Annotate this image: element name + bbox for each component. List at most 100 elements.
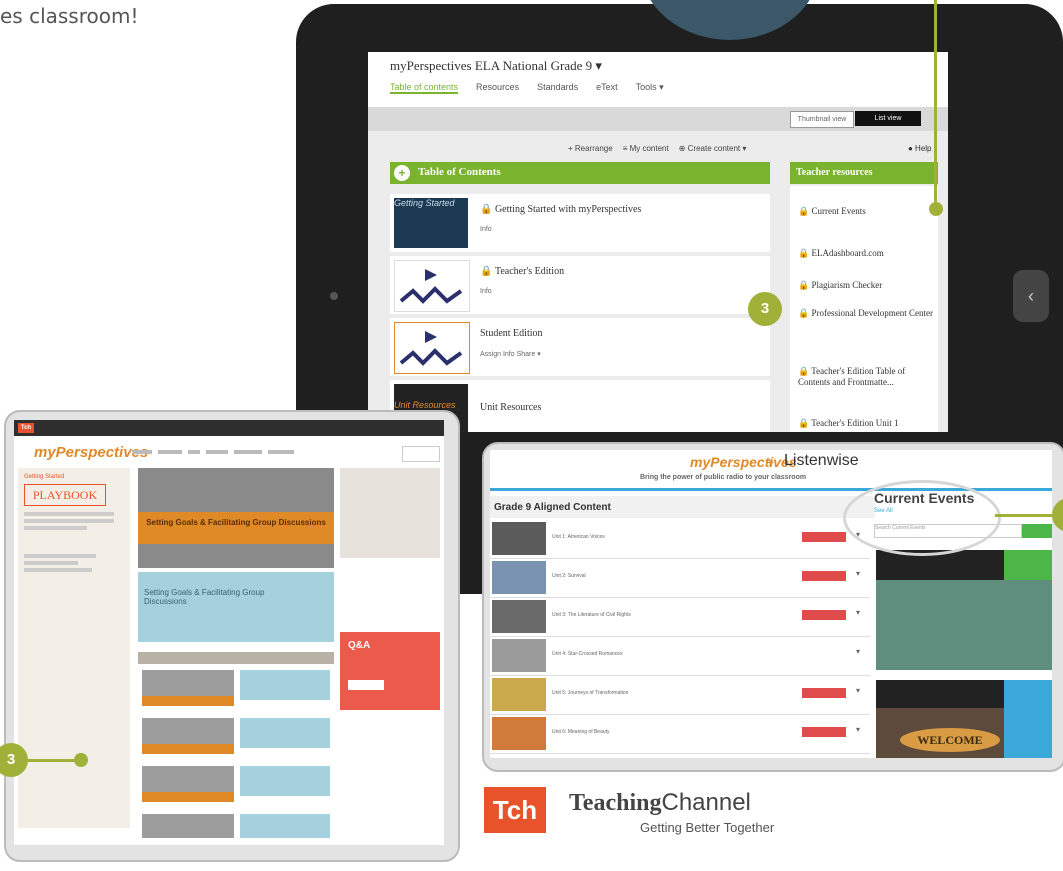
toc-item-info[interactable]: Info — [480, 288, 492, 295]
unit-row[interactable]: Unit 4: Star-Crossed Romances ▾ — [490, 637, 870, 676]
callout-line — [995, 514, 1055, 517]
callout-dot — [74, 753, 88, 767]
unit-thumbnail — [492, 522, 546, 555]
news-card-side — [1004, 680, 1052, 758]
toc-thumbnail: Getting Started — [394, 198, 468, 248]
toc-item-actions[interactable]: Assign Info Share ▾ — [480, 350, 541, 358]
tab-tools[interactable]: Tools ▾ — [636, 82, 664, 94]
toc-header: + Table of Contents — [390, 162, 770, 184]
site-topbar — [14, 420, 444, 436]
chevron-down-icon[interactable]: ▾ — [856, 686, 860, 695]
toc-item-info[interactable]: Info — [480, 226, 492, 233]
unit-thumbnail — [492, 639, 546, 672]
qa-button[interactable] — [348, 680, 384, 690]
course-nav: Table of contents Resources Standards eT… — [390, 82, 664, 94]
qa-panel: Q&A — [340, 632, 440, 710]
tch-logo-icon: Tch — [484, 787, 546, 833]
unit-row[interactable]: Unit 3: The Literature of Civil Rights ▾ — [490, 598, 870, 637]
video-title[interactable]: Setting Goals & Facilitating Group Discu… — [144, 588, 274, 606]
list-view-button[interactable]: List view — [855, 111, 921, 126]
video-info-panel — [138, 572, 334, 642]
resource-eladashboard[interactable]: 🔒 ELAdashboard.com — [798, 248, 933, 259]
tab-standards[interactable]: Standards — [537, 82, 578, 94]
unit-row[interactable]: Unit 2: Survival ▾ — [490, 559, 870, 598]
toc-thumbnail — [394, 322, 470, 374]
unit-thumbnail — [492, 717, 546, 750]
getting-started-label: Getting Started — [24, 474, 65, 480]
hero-title: Setting Goals & Facilitating Group Discu… — [138, 512, 334, 544]
qa-title: Q&A — [348, 640, 371, 651]
tab-resources[interactable]: Resources — [476, 82, 519, 94]
course-title[interactable]: myPerspectives ELA National Grade 9 ▾ — [390, 58, 602, 74]
myperspectives-logo-icon — [399, 331, 463, 366]
rearrange-button[interactable]: + Rearrange — [568, 144, 613, 153]
camera-dot — [330, 292, 338, 300]
screen-teaching-channel: Tch myPerspectives Getting Started PLAYB… — [14, 420, 444, 845]
myperspectives-logo: myPerspectives — [690, 454, 797, 470]
callout-badge: 3 — [748, 292, 782, 326]
resource-plagiarism-checker[interactable]: 🔒 Plagiarism Checker — [798, 280, 933, 291]
toc-title: Table of Contents — [418, 166, 501, 178]
callout-line — [934, 0, 937, 206]
resource-te-unit-1[interactable]: 🔒 Teacher's Edition Unit 1 — [798, 418, 933, 429]
listenwise-logo: Listenwise — [784, 452, 859, 469]
create-content-button[interactable]: ⊕ Create content ▾ — [679, 144, 747, 153]
chevron-down-icon[interactable]: ▾ — [856, 647, 860, 656]
help-button[interactable]: ● Help — [908, 144, 932, 153]
unit-title: Unit 1: American Voices — [552, 534, 605, 540]
unit-title: Unit 2: Survival — [552, 573, 586, 579]
unit-badge[interactable] — [802, 688, 846, 698]
brand-name: TeachingChannel — [569, 789, 751, 816]
brand-tagline: Getting Better Together — [640, 820, 775, 835]
news-card-tag — [1004, 550, 1052, 580]
chevron-down-icon[interactable]: ▾ — [856, 725, 860, 734]
toc-item-name: Unit Resources — [480, 402, 542, 413]
toc-item[interactable]: Student Edition Assign Info Share ▾ — [390, 318, 770, 376]
page-caption: es classroom! — [0, 4, 139, 28]
teacher-resources-header: Teacher resources — [790, 162, 938, 184]
tch-logo-icon[interactable]: Tch — [18, 423, 34, 433]
chevron-down-icon[interactable]: ▾ — [856, 569, 860, 578]
myperspectives-logo-icon — [399, 269, 463, 304]
screen-table-of-contents: myPerspectives ELA National Grade 9 ▾ Ta… — [368, 52, 948, 432]
unit-row[interactable]: Unit 1: American Voices ▾ — [490, 520, 870, 559]
plus-sign: + — [766, 454, 775, 470]
resource-professional-development[interactable]: 🔒 Professional Development Center — [798, 308, 933, 319]
toc-item-name: Student Edition — [480, 328, 543, 339]
highlight-ellipse — [843, 480, 1001, 556]
unit-title: Unit 6: Meaning of Beauty — [552, 729, 610, 735]
toc-item[interactable]: Getting Started 🔒 Getting Started with m… — [390, 194, 770, 252]
unit-badge[interactable] — [802, 610, 846, 620]
thumbnail-view-button[interactable]: Thumbnail view — [790, 111, 854, 128]
callout-dot — [929, 202, 943, 216]
resource-current-events[interactable]: 🔒 Current Events — [798, 206, 933, 217]
content-toolbar: + Rearrange ≡ My content ⊕ Create conten… — [568, 144, 746, 153]
unit-title: Unit 5: Journeys of Transformation — [552, 690, 629, 696]
toc-item-name: 🔒 Getting Started with myPerspectives — [480, 204, 642, 215]
playbook-badge: PLAYBOOK — [24, 484, 106, 506]
search-button[interactable] — [1022, 524, 1052, 538]
toc-item[interactable]: 🔒 Teacher's Edition Info — [390, 256, 770, 314]
callout-line — [26, 759, 78, 762]
teacher-resources-list: 🔒 Current Events 🔒 ELAdashboard.com 🔒 Pl… — [790, 186, 938, 432]
unit-title: Unit 4: Star-Crossed Romances — [552, 651, 623, 657]
tab-etext[interactable]: eText — [596, 82, 618, 94]
my-content-button[interactable]: ≡ My content — [623, 144, 669, 153]
site-menu — [132, 450, 382, 454]
unit-thumbnail — [492, 678, 546, 711]
add-icon[interactable]: + — [394, 165, 410, 181]
unit-row[interactable]: Unit 5: Journeys of Transformation ▾ — [490, 676, 870, 715]
resource-te-table-of-contents[interactable]: 🔒 Teacher's Edition Table of Contents an… — [798, 366, 933, 388]
toc-item-name: 🔒 Teacher's Edition — [480, 266, 565, 277]
search-input[interactable] — [402, 446, 440, 462]
unit-thumbnail — [492, 600, 546, 633]
chevron-down-icon[interactable]: ▾ — [856, 608, 860, 617]
unit-badge[interactable] — [802, 532, 846, 542]
related-videos — [138, 652, 334, 842]
unit-badge[interactable] — [802, 571, 846, 581]
unit-row[interactable]: Unit 6: Meaning of Beauty ▾ — [490, 715, 870, 754]
tab-table-of-contents[interactable]: Table of contents — [390, 82, 459, 94]
unit-badge[interactable] — [802, 727, 846, 737]
view-toggle-bar: Thumbnail view List view — [368, 107, 948, 131]
unit-title: Unit 3: The Literature of Civil Rights — [552, 612, 631, 618]
